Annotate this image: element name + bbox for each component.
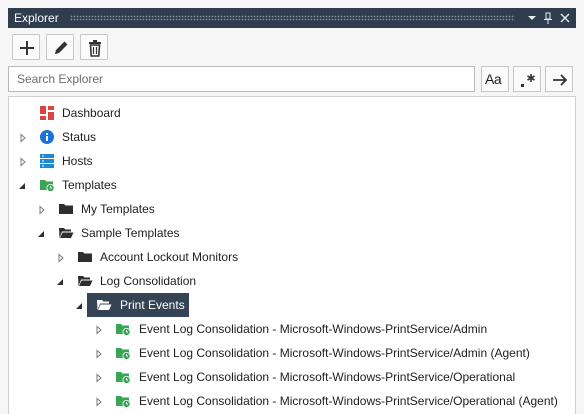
tree-item-label: Print Events [120, 298, 185, 312]
tree-item-label: Hosts [62, 154, 93, 168]
collapse-arrow-icon[interactable] [55, 276, 65, 286]
tree-item-label: Dashboard [62, 106, 121, 120]
explorer-window: Explorer Search Explorer Aa Dashboard St… [0, 0, 584, 414]
match-case-button[interactable]: Aa [481, 66, 509, 92]
collapse-arrow-icon[interactable] [36, 228, 46, 238]
folder-open-icon [96, 297, 112, 313]
tree-item-label: Event Log Consolidation - Microsoft-Wind… [139, 346, 530, 360]
info-icon [39, 129, 55, 145]
tree-item-template[interactable]: Event Log Consolidation - Microsoft-Wind… [9, 317, 575, 341]
pencil-icon [55, 41, 68, 54]
tree-item-template[interactable]: Event Log Consolidation - Microsoft-Wind… [9, 389, 575, 413]
tree-item-hosts[interactable]: Hosts [9, 149, 575, 173]
tree-item-templates[interactable]: Templates [9, 173, 575, 197]
regex-icon [521, 74, 535, 87]
drag-grip[interactable] [70, 15, 515, 21]
tree-item-log-consolidation[interactable]: Log Consolidation [9, 269, 575, 293]
tree-item-label: Sample Templates [81, 226, 180, 240]
expand-arrow-icon[interactable] [94, 372, 104, 383]
folder-icon [58, 201, 74, 217]
tree-item-account-lockout-monitors[interactable]: Account Lockout Monitors [9, 245, 575, 269]
folder-icon [77, 249, 93, 265]
go-button[interactable] [545, 66, 573, 92]
add-button[interactable] [12, 34, 40, 60]
tree-item-template[interactable]: Event Log Consolidation - Microsoft-Wind… [9, 341, 575, 365]
expand-arrow-icon[interactable] [18, 132, 28, 143]
template-icon [115, 369, 131, 385]
expand-arrow-icon[interactable] [94, 348, 104, 359]
collapse-arrow-icon[interactable] [74, 300, 84, 310]
template-icon [115, 393, 131, 409]
tree-item-label: Event Log Consolidation - Microsoft-Wind… [139, 322, 488, 336]
expand-arrow-icon[interactable] [94, 396, 104, 407]
tree-item-dashboard[interactable]: Dashboard [9, 101, 575, 125]
tree-item-my-templates[interactable]: My Templates [9, 197, 575, 221]
pin-icon[interactable] [541, 10, 555, 26]
tree-item-label: Log Consolidation [100, 274, 197, 288]
tree-item-print-events[interactable]: Print Events [9, 293, 575, 317]
expand-arrow-icon[interactable] [94, 324, 104, 335]
trash-icon [89, 40, 101, 57]
tree-item-sample-templates[interactable]: Sample Templates [9, 221, 575, 245]
tree-item-label: Event Log Consolidation - Microsoft-Wind… [139, 370, 516, 384]
plus-icon [20, 41, 34, 55]
folder-open-icon [58, 225, 74, 241]
title-bar[interactable]: Explorer [8, 8, 576, 28]
tree-item-label: Status [62, 130, 97, 144]
folder-open-icon [77, 273, 93, 289]
tree-item-label: Account Lockout Monitors [100, 250, 239, 264]
edit-button[interactable] [46, 34, 74, 60]
tree-item-label: My Templates [81, 202, 155, 216]
expand-arrow-icon[interactable] [37, 204, 47, 215]
window-title: Explorer [14, 11, 59, 25]
template-icon [115, 345, 131, 361]
hosts-icon [39, 153, 55, 169]
expand-arrow-icon[interactable] [56, 252, 66, 263]
collapse-arrow-icon[interactable] [17, 180, 27, 190]
explorer-tree[interactable]: Dashboard Status Hosts Templates My Temp… [8, 96, 576, 414]
close-icon[interactable] [558, 10, 572, 26]
templates-folder-icon [39, 177, 55, 193]
tree-item-label: Event Log Consolidation - Microsoft-Wind… [139, 394, 558, 408]
regex-button[interactable] [513, 66, 541, 92]
dashboard-icon [39, 105, 55, 121]
delete-button[interactable] [80, 34, 108, 60]
arrow-right-icon [553, 74, 568, 86]
dropdown-icon[interactable] [525, 10, 539, 26]
expand-arrow-icon[interactable] [18, 156, 28, 167]
match-case-label: Aa [485, 71, 502, 87]
tree-item-template[interactable]: Event Log Consolidation - Microsoft-Wind… [9, 365, 575, 389]
tree-item-status[interactable]: Status [9, 125, 575, 149]
tree-item-label: Templates [62, 178, 117, 192]
template-icon [115, 321, 131, 337]
search-input[interactable] [8, 66, 475, 92]
